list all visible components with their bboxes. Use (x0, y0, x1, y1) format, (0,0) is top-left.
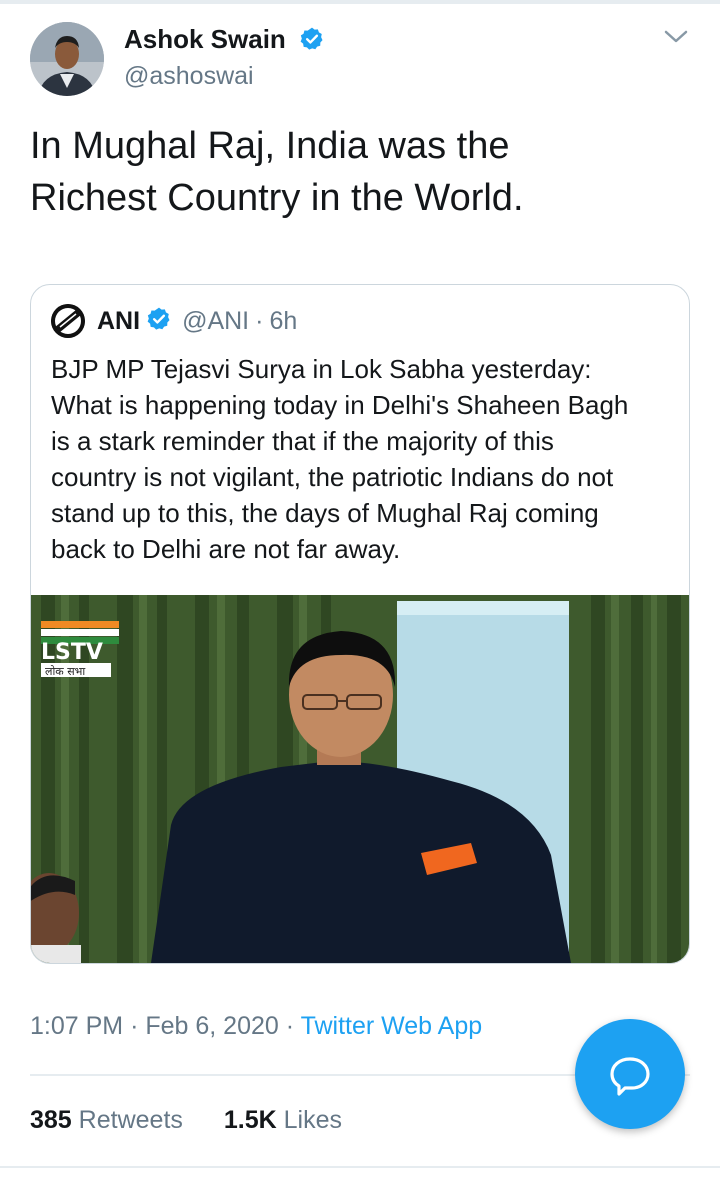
bottom-divider (0, 1166, 720, 1168)
lstv-logo-subtext: लोक सभा (45, 665, 85, 678)
tweet-text: In Mughal Raj, India was the Richest Cou… (30, 120, 690, 224)
tweet-date: Feb 6, 2020 (145, 1012, 279, 1040)
source-link[interactable]: Twitter Web App (301, 1012, 483, 1040)
author-name[interactable]: Ashok Swain (124, 24, 325, 59)
chevron-down-icon[interactable] (662, 28, 690, 46)
quoted-text-line: back to Delhi are not far away. (51, 534, 401, 564)
author-name-text[interactable]: Ashok Swain (124, 24, 286, 54)
tweet-text-line: In Mughal Raj, India was the (30, 125, 510, 167)
tweet-time: 1:07 PM (30, 1012, 124, 1040)
meta-separator: · (130, 1012, 139, 1040)
tweet-text-line: Richest Country in the World. (30, 177, 524, 219)
retweets-label: Retweets (78, 1106, 183, 1134)
retweets-stat[interactable]: 385 Retweets (30, 1106, 190, 1134)
verified-badge-icon (299, 26, 325, 59)
top-divider (0, 0, 720, 4)
quoted-tweet-card[interactable]: ANI @ANI · 6h BJP MP Tejasvi Surya in Lo… (30, 284, 690, 964)
lstv-logo-text: LSTV (41, 640, 103, 665)
reply-fab-button[interactable] (575, 1019, 685, 1129)
quoted-tweet-header: ANI @ANI · 6h (51, 303, 297, 339)
ani-logo-icon[interactable] (51, 304, 85, 338)
quoted-text-line: BJP MP Tejasvi Surya in Lok Sabha yester… (51, 354, 592, 384)
quoted-media-image[interactable]: LSTV लोक सभा (31, 595, 689, 963)
reply-bubble-icon (610, 1057, 650, 1096)
tweet-timestamp[interactable]: 1:07 PM · Feb 6, 2020 · Twitter Web App (30, 1012, 482, 1041)
quoted-author-handle[interactable]: @ANI (182, 307, 249, 336)
verified-badge-icon (146, 306, 172, 337)
likes-label: Likes (283, 1106, 342, 1134)
retweets-count: 385 (30, 1106, 72, 1134)
quoted-author-name[interactable]: ANI (97, 307, 140, 336)
likes-stat[interactable]: 1.5K Likes (224, 1106, 342, 1134)
quoted-text-line: stand up to this, the days of Mughal Raj… (51, 498, 599, 528)
quoted-text-line: What is happening today in Delhi's Shahe… (51, 390, 629, 420)
quoted-text-line: is a stark reminder that if the majority… (51, 426, 554, 456)
quoted-tweet-text: BJP MP Tejasvi Surya in Lok Sabha yester… (51, 351, 671, 567)
meta-separator: · (255, 306, 264, 335)
likes-count: 1.5K (223, 1106, 277, 1134)
quoted-time[interactable]: 6h (269, 307, 297, 336)
avatar[interactable] (30, 22, 104, 96)
quoted-text-line: country is not vigilant, the patriotic I… (51, 462, 614, 492)
tweet-stats: 385 Retweets 1.5K Likes (30, 1106, 342, 1135)
meta-separator: · (285, 1012, 295, 1040)
author-handle[interactable]: @ashoswai (124, 62, 254, 91)
